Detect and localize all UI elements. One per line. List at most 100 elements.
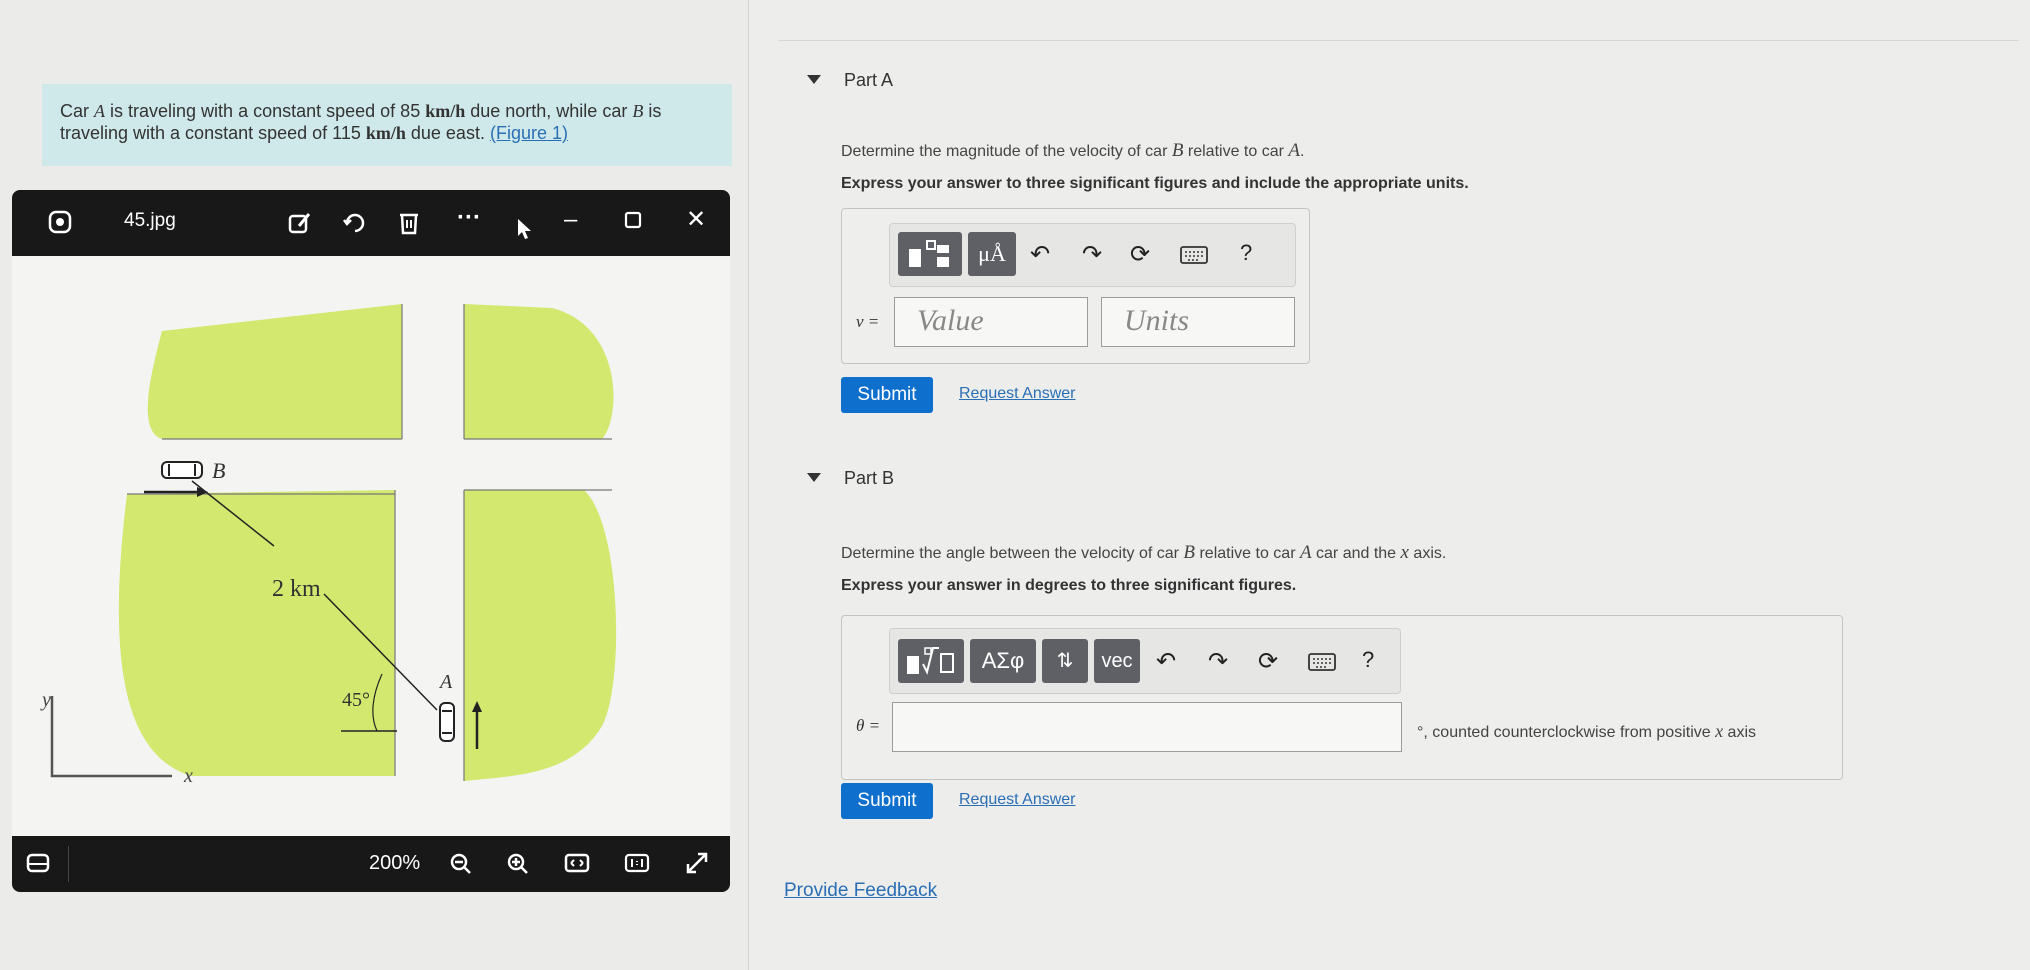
greek-symbols-button[interactable]: ΑΣφ	[970, 639, 1036, 683]
part-b-prompt: Determine the angle between the velocity…	[841, 542, 1446, 564]
redo-icon[interactable]: ↷	[1208, 647, 1228, 676]
part-a-request-answer-link[interactable]: Request Answer	[959, 385, 1076, 403]
car-a-label: A	[438, 671, 453, 693]
redo-icon[interactable]: ↷	[1082, 240, 1102, 269]
collapse-part-b-icon[interactable]	[807, 473, 821, 482]
prompt-var: B	[1171, 140, 1184, 161]
units-button[interactable]: μÅ	[968, 232, 1016, 276]
problem-car-b: B	[632, 101, 644, 121]
theta-label: θ =	[856, 716, 881, 735]
prompt-text: Determine the magnitude of the velocity …	[841, 143, 1172, 160]
undo-icon[interactable]: ↶	[1156, 647, 1176, 676]
figure-diagram: y x B 2 km 45° A	[40, 304, 617, 787]
fit-to-window-icon[interactable]	[564, 852, 590, 879]
v-label: v =	[856, 312, 880, 331]
provide-feedback-link[interactable]: Provide Feedback	[784, 880, 937, 902]
car-a	[439, 702, 455, 742]
prompt-text: relative to car	[1195, 545, 1300, 562]
part-b-submit-button[interactable]: Submit	[841, 783, 933, 819]
filmstrip-icon[interactable]	[26, 852, 50, 879]
maximize-icon[interactable]	[624, 210, 642, 234]
bar-divider	[68, 846, 69, 882]
zoom-level: 200%	[369, 852, 421, 874]
keyboard-icon[interactable]	[1180, 244, 1208, 272]
value-input[interactable]: Value	[894, 297, 1088, 347]
grass-area	[464, 490, 617, 781]
keyboard-icon[interactable]	[1308, 651, 1336, 679]
more-options-icon[interactable]: ···	[457, 206, 481, 230]
reset-icon[interactable]: ⟳	[1130, 240, 1150, 269]
problem-text: is traveling with a constant speed of 85	[105, 101, 426, 121]
part-a-title[interactable]: Part A	[844, 70, 893, 91]
top-divider	[779, 40, 2019, 41]
rotate-icon[interactable]	[342, 210, 368, 241]
x-axis-label: x	[183, 765, 193, 787]
prompt-var: x	[1400, 542, 1409, 563]
part-b-instruction: Express your answer in degrees to three …	[841, 577, 1297, 594]
grass-area	[147, 304, 402, 439]
angle-unit-note: °, counted counterclockwise from positiv…	[1417, 721, 1756, 742]
left-pane: Car A is traveling with a constant speed…	[0, 0, 748, 970]
sort-arrows-button[interactable]: ⇅	[1042, 639, 1088, 683]
figure-link[interactable]: (Figure 1)	[490, 123, 568, 143]
right-pane: Part A Determine the magnitude of the ve…	[749, 0, 2030, 970]
help-icon[interactable]: ?	[1362, 647, 1374, 673]
prompt-text: axis.	[1408, 545, 1447, 562]
problem-unit: km/h	[425, 101, 466, 121]
angle-label: 45°	[342, 689, 370, 711]
prompt-text: car and the	[1311, 545, 1401, 562]
problem-statement: Car A is traveling with a constant speed…	[42, 84, 732, 166]
grass-area	[464, 304, 614, 439]
templates-button[interactable]	[898, 232, 962, 276]
note-text: °, counted counterclockwise from positiv…	[1417, 724, 1716, 741]
part-b-request-answer-link[interactable]: Request Answer	[959, 791, 1076, 809]
minimize-icon[interactable]: –	[564, 208, 577, 232]
problem-text: due north, while car	[465, 101, 633, 121]
viewer-titlebar: 45.jpg ··· – ✕	[12, 190, 730, 256]
close-icon[interactable]: ✕	[686, 208, 706, 232]
prompt-var: B	[1183, 542, 1196, 563]
note-text: axis	[1723, 724, 1756, 741]
units-input[interactable]: Units	[1101, 297, 1295, 347]
prompt-text: .	[1300, 143, 1305, 160]
prompt-text: Determine the angle between the velocity…	[841, 545, 1184, 562]
viewer-bottombar: 200%	[12, 836, 730, 892]
help-icon[interactable]: ?	[1240, 240, 1252, 266]
reset-icon[interactable]: ⟳	[1258, 647, 1278, 676]
angle-input[interactable]	[892, 702, 1402, 752]
full-screen-icon[interactable]	[684, 850, 710, 881]
part-a-submit-button[interactable]: Submit	[841, 377, 933, 413]
part-b-answer-box: ΑΣφ ⇅ vec ↶ ↷ ⟳ ? θ = °, counted counter…	[841, 615, 1843, 780]
distance-label: 2 km	[272, 576, 321, 602]
prompt-var: A	[1299, 542, 1312, 563]
vector-button[interactable]: vec	[1094, 639, 1140, 683]
problem-car-a: A	[94, 101, 106, 121]
templates-button[interactable]	[898, 639, 964, 683]
undo-icon[interactable]: ↶	[1030, 240, 1050, 269]
photos-app-icon	[48, 210, 72, 239]
prompt-var: A	[1288, 140, 1300, 161]
problem-unit: km/h	[365, 123, 406, 143]
problem-text: Car	[60, 101, 95, 121]
zoom-in-icon[interactable]	[506, 852, 530, 881]
delete-icon[interactable]	[397, 210, 421, 241]
prompt-text: relative to car	[1183, 143, 1289, 160]
collapse-part-a-icon[interactable]	[807, 75, 821, 84]
problem-text: due east.	[405, 123, 490, 143]
part-b-title[interactable]: Part B	[844, 468, 894, 489]
part-a-answer-box: μÅ ↶ ↷ ⟳ ? v = Value Units	[841, 208, 1310, 364]
y-axis-label: y	[40, 689, 51, 711]
mouse-cursor-icon	[517, 218, 533, 245]
image-canvas: y x B 2 km 45° A	[12, 256, 730, 836]
part-a-instruction: Express your answer to three significant…	[841, 175, 1469, 192]
car-b-label: B	[212, 458, 225, 483]
part-a-math-toolbar: μÅ ↶ ↷ ⟳ ?	[889, 223, 1296, 287]
file-name: 45.jpg	[124, 210, 176, 231]
actual-size-icon[interactable]	[624, 852, 650, 879]
image-viewer-window: 45.jpg ··· – ✕ y x B 2 km 45° A 200%	[12, 190, 730, 900]
note-var: x	[1715, 721, 1724, 741]
part-a-prompt: Determine the magnitude of the velocity …	[841, 140, 1304, 162]
edit-image-icon[interactable]	[287, 210, 313, 241]
part-b-math-toolbar: ΑΣφ ⇅ vec ↶ ↷ ⟳ ?	[889, 628, 1401, 694]
zoom-out-icon[interactable]	[449, 852, 473, 881]
